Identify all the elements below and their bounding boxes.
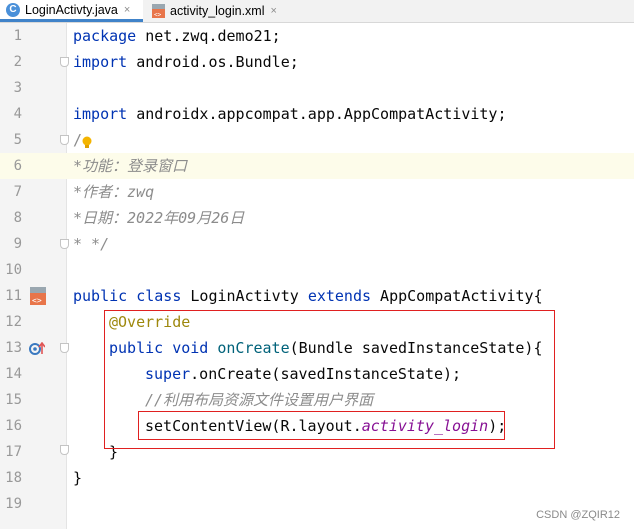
line-number: 18 xyxy=(5,470,22,486)
code-line[interactable]: 8 *日期：2022年09月26日 xyxy=(0,205,634,231)
line-number: 9 xyxy=(13,236,22,252)
code-line[interactable]: 2 import android.os.Bundle; xyxy=(0,49,634,75)
line-number: 4 xyxy=(13,106,22,122)
tab-activity-login-xml[interactable]: <> activity_login.xml × xyxy=(146,0,296,22)
line-number: 15 xyxy=(5,392,22,408)
code-line-current[interactable]: 6 *功能：登录窗口 xyxy=(0,153,634,179)
lightbulb-icon[interactable] xyxy=(81,135,93,154)
tab-login-activity-java[interactable]: C LoginActivty.java × xyxy=(0,0,143,22)
code-text: import android.os.Bundle; xyxy=(73,53,299,71)
code-text: public class LoginActivty extends AppCom… xyxy=(73,287,543,305)
code-line[interactable]: 4 import androidx.appcompat.app.AppCompa… xyxy=(0,101,634,127)
layout-file-link-icon[interactable]: <> xyxy=(30,287,46,309)
line-number: 13 xyxy=(5,340,22,356)
code-line[interactable]: 7 *作者：zwq xyxy=(0,179,634,205)
line-number: 3 xyxy=(13,80,22,96)
tab-label: LoginActivty.java xyxy=(25,2,118,17)
close-icon[interactable]: × xyxy=(270,5,276,17)
highlight-box-setcontentview xyxy=(138,411,505,440)
fold-marker-icon[interactable] xyxy=(60,57,69,67)
code-text: * */ xyxy=(73,235,110,253)
fold-marker-icon[interactable] xyxy=(60,239,69,249)
code-text: } xyxy=(73,469,83,487)
code-line[interactable]: 18 } xyxy=(0,465,634,491)
code-text: *功能：登录窗口 xyxy=(73,157,188,175)
close-icon[interactable]: × xyxy=(124,4,130,16)
code-text: *日期：2022年09月26日 xyxy=(73,209,245,227)
fold-marker-icon[interactable] xyxy=(60,343,69,353)
tab-label: activity_login.xml xyxy=(170,4,265,18)
line-number: 12 xyxy=(5,314,22,330)
line-number: 1 xyxy=(13,28,22,44)
line-number: 10 xyxy=(5,262,22,278)
svg-text:<>: <> xyxy=(32,296,42,305)
fold-marker-icon[interactable] xyxy=(60,135,69,145)
fold-marker-icon[interactable] xyxy=(60,445,69,455)
line-number: 7 xyxy=(13,184,22,200)
code-text: package net.zwq.demo21; xyxy=(73,27,281,45)
code-line[interactable]: 3 xyxy=(0,75,634,101)
line-number: 8 xyxy=(13,210,22,226)
code-line[interactable]: 5 / xyxy=(0,127,634,153)
line-number: 5 xyxy=(13,132,22,148)
code-line[interactable]: 9 * */ xyxy=(0,231,634,257)
line-number: 2 xyxy=(13,54,22,70)
line-number: 6 xyxy=(13,158,22,174)
line-number: 16 xyxy=(5,418,22,434)
java-class-icon: C xyxy=(6,2,20,17)
code-text: *作者：zwq xyxy=(73,183,155,201)
editor-tab-bar: C LoginActivty.java × <> activity_login.… xyxy=(0,0,634,23)
line-number: 17 xyxy=(5,444,22,460)
code-line[interactable]: 10 xyxy=(0,257,634,283)
watermark: CSDN @ZQIR12 xyxy=(536,509,620,521)
line-number: 19 xyxy=(5,496,22,512)
code-line[interactable]: 11 <> public class LoginActivty extends … xyxy=(0,283,634,309)
line-number: 14 xyxy=(5,366,22,382)
svg-text:<>: <> xyxy=(154,12,162,19)
code-line[interactable]: 1 package net.zwq.demo21; xyxy=(0,23,634,49)
override-method-icon[interactable] xyxy=(29,341,46,360)
xml-layout-icon: <> xyxy=(152,4,165,19)
line-number: 11 xyxy=(5,288,22,304)
code-text: import androidx.appcompat.app.AppCompatA… xyxy=(73,105,507,123)
